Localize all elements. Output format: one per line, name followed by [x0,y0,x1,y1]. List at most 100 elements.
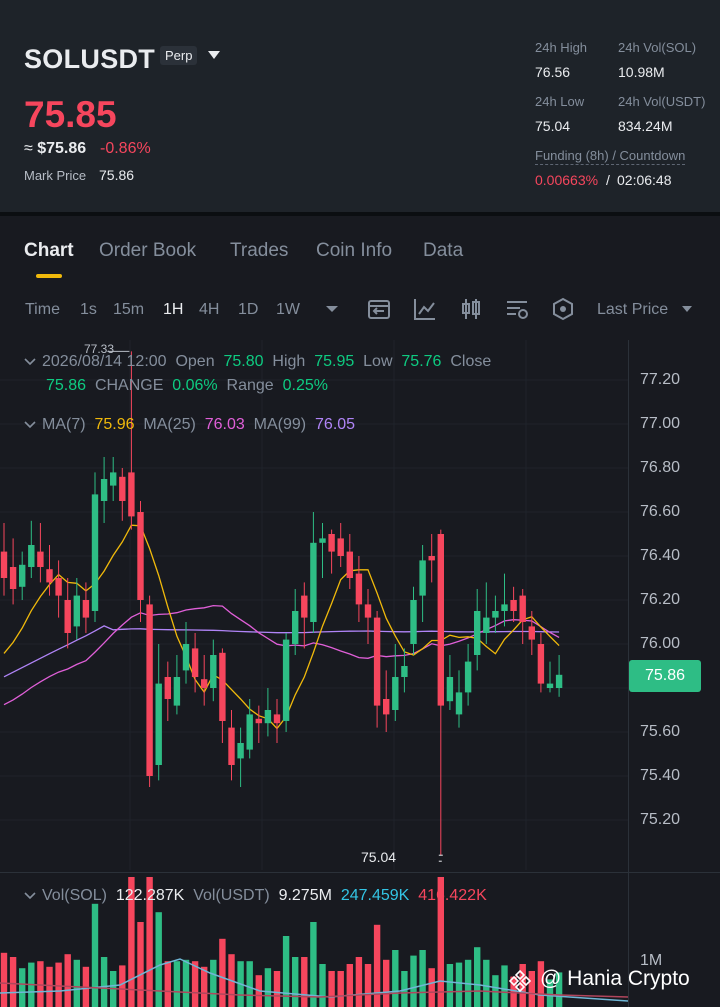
volume-bar [319,964,326,1007]
candle-body [246,714,253,750]
candle-body [528,626,535,640]
interval-1s[interactable]: 1s [80,301,97,319]
collapse-chevron-icon[interactable] [24,358,36,366]
candle-body [191,648,199,677]
watermark-text: @ Hania Crypto [540,967,690,990]
candle-body [273,714,281,724]
candle-body [437,534,444,706]
binance-logo-icon [508,969,532,993]
volume-bar [246,961,253,1007]
axis-tick: 75.20 [640,811,681,828]
candle-body [37,551,44,567]
volume-bar [410,955,417,1007]
high-info-label: High [272,353,306,370]
section-divider [0,212,720,216]
chart-type-icon[interactable] [458,296,484,322]
candle-body [464,661,472,693]
candle-body [483,617,490,633]
candle-body [428,556,435,561]
vol-usdt-label: 24h Vol(USDT) [618,94,706,109]
ma99-value: 76.05 [315,416,356,433]
candle-body [555,674,563,688]
tab-trades[interactable]: Trades [230,240,288,262]
axis-tick: 75.40 [640,767,681,784]
tab-order-book[interactable]: Order Book [99,240,196,262]
tab-coin-info[interactable]: Coin Info [316,240,392,262]
axis-tick: 75.60 [640,723,681,740]
interval-15m[interactable]: 15m [113,301,144,319]
volume-bar [91,903,99,1007]
volume-bar [64,954,71,1007]
volume-bar [137,922,144,1007]
range-value: 0.25% [282,377,328,394]
candle-body [474,611,481,655]
axis-tick: 76.60 [640,503,681,520]
volume-bar [0,952,8,1007]
candle-body [392,677,399,710]
interval-1h[interactable]: 1H [163,301,183,319]
mark-price-label: Mark Price [24,168,87,183]
hexagon-icon[interactable] [550,296,576,322]
ma7-value: 75.96 [94,416,135,433]
volume-collapse-chevron-icon[interactable] [24,892,36,900]
symbol-title[interactable]: SOLUSDT [24,44,155,75]
candle-body [173,677,181,706]
volume-bar [100,957,108,1007]
symbol-dropdown-icon[interactable] [208,51,220,59]
funding-separator: / [606,172,610,188]
candle-info-line-2: 75.86 CHANGE 0.06% Range 0.25% [46,377,328,395]
low-marker-label: 75.04 [361,849,397,865]
interval-4h[interactable]: 4H [199,301,219,319]
vol-ma1-value: 247.459K [340,887,410,904]
funding-label[interactable]: Funding (8h) / Countdown [535,148,686,165]
candle-body [55,578,62,596]
volume-bar [264,968,272,1007]
price-type-select[interactable]: Last Price [597,301,668,319]
axis-tick: 76.20 [640,591,681,608]
candle-body [46,569,53,583]
vol-sol-value: 10.98M [618,64,665,80]
candle-body [228,727,235,765]
candle-body [164,677,171,699]
candle-body [182,644,190,671]
volume-bar [364,964,372,1007]
volume-bar [164,961,171,1007]
candle-body [73,595,80,627]
drawing-tools-icon[interactable] [412,296,438,322]
candle-body [346,551,353,578]
indicator-settings-icon[interactable] [366,296,392,322]
candle-body [401,666,408,677]
volume-bar [173,961,181,1007]
chart-settings-icon[interactable] [504,296,530,322]
low-label: 24h Low [535,94,585,109]
volume-bar [355,957,363,1007]
interval-time[interactable]: Time [25,301,60,319]
candle-body [310,542,317,622]
volume-bar [210,959,217,1007]
candle-body [201,679,208,688]
interval-1d[interactable]: 1D [238,301,258,319]
tab-data[interactable]: Data [423,240,463,262]
candle-body [492,611,499,618]
candle-body [255,718,262,724]
volume-bar [419,950,426,1007]
open-label: Open [175,353,215,370]
funding-rate: 0.00663% [535,172,599,188]
tab-chart[interactable]: Chart [24,240,74,262]
candle-body [537,644,545,684]
vol-usdt-legend-label: Vol(USDT) [193,887,270,904]
candle-body [419,560,426,596]
chevron-down-icon[interactable] [325,304,339,314]
volume-bar [501,965,508,1007]
volume-bar [273,971,281,1007]
candle-body [110,472,117,486]
ma-collapse-chevron-icon[interactable] [24,421,36,429]
volume-bar [483,959,490,1007]
interval-1w[interactable]: 1W [276,301,300,319]
volume-bar [292,957,299,1007]
price-type-chevron-icon[interactable] [681,305,693,314]
candle-body [546,683,554,688]
volume-bar [392,950,399,1007]
volume-bar [310,922,317,1007]
candle-body [146,604,153,776]
